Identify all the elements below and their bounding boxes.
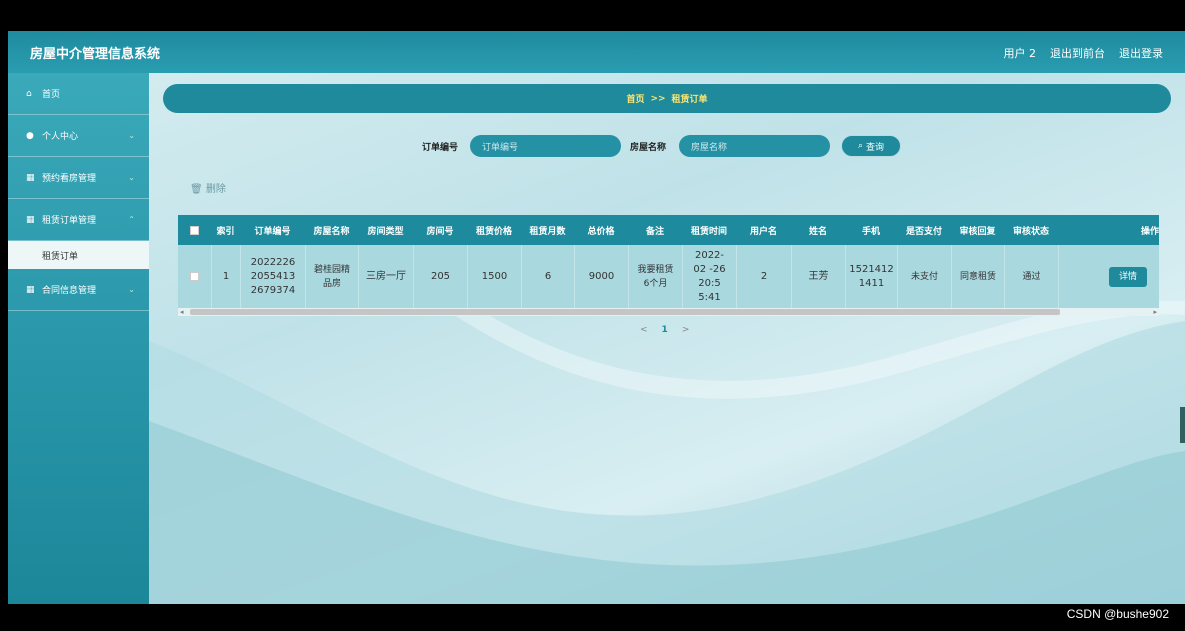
app-window: 房屋中介管理信息系统 用户 2 退出到前台 退出登录 ⌂ 首页 ● 个人中心 ⌄… — [8, 31, 1185, 604]
column-header: 索引 — [216, 226, 235, 237]
search-button-label: 查询 — [866, 142, 885, 153]
column-header: 姓名 — [808, 226, 827, 237]
cell-actions: 详情 — [1058, 245, 1159, 308]
top-letterbox — [0, 0, 1185, 31]
table-horizontal-scrollbar[interactable]: ◂ ▸ — [178, 308, 1159, 316]
prev-page-button[interactable]: < — [640, 325, 648, 335]
column-header: 租赁价格 — [475, 226, 512, 237]
chevron-down-icon: ⌄ — [128, 285, 135, 294]
sidebar-item-label: 预约看房管理 — [42, 174, 97, 184]
house-name-label: 房屋名称 — [630, 143, 667, 153]
delete-button[interactable]: 🗑 删除 — [190, 180, 226, 195]
column-header: 订单编号 — [254, 226, 291, 237]
scrollbar-thumb[interactable] — [190, 309, 1060, 315]
cell-order-no: 2022226 2055413 2679374 — [240, 245, 305, 308]
column-header: 总价格 — [587, 226, 615, 237]
app-title: 房屋中介管理信息系统 — [30, 47, 161, 62]
column-header: 是否支付 — [905, 226, 942, 237]
search-icon: ⌕ — [857, 141, 864, 151]
row-checkbox[interactable] — [190, 272, 199, 281]
sidebar-item-label: 合同信息管理 — [42, 286, 97, 296]
sidebar-item-label: 租赁订单管理 — [42, 216, 97, 226]
top-header: 房屋中介管理信息系统 用户 2 退出到前台 退出登录 — [8, 31, 1185, 73]
sidebar-item-home[interactable]: ⌂ 首页 — [8, 73, 149, 115]
sidebar-subitem-rental-order[interactable]: 租赁订单 — [8, 241, 149, 269]
background-wave-decoration — [149, 301, 1185, 604]
grid-icon: ▦ — [26, 214, 35, 225]
column-header: 房屋名称 — [313, 226, 350, 237]
scroll-right-icon[interactable]: ▸ — [1153, 308, 1157, 316]
column-header: 租赁时间 — [690, 226, 727, 237]
logout-link[interactable]: 退出登录 — [1119, 45, 1163, 61]
orders-table: 索引 订单编号 房屋名称 房间类型 房间号 租赁价格 租赁月数 总价格 备注 租… — [178, 215, 1159, 316]
pagination: < 1 > — [640, 325, 689, 335]
cell-months: 6 — [521, 245, 574, 308]
cell-price: 1500 — [467, 245, 521, 308]
sidebar-item-label: 首页 — [42, 90, 61, 100]
bottom-letterbox — [0, 604, 1185, 631]
table-header-row: 索引 订单编号 房屋名称 房间类型 房间号 租赁价格 租赁月数 总价格 备注 租… — [178, 215, 1159, 245]
trash-icon: 🗑 — [190, 184, 203, 195]
column-header-actions: 操作 — [1140, 226, 1159, 237]
cell-review-reply: 同意租赁 — [951, 245, 1004, 308]
cell-room-type: 三房一厅 — [358, 245, 413, 308]
cell-rent-time: 2022-02 -26 20:5 5:41 — [682, 245, 736, 308]
next-page-button[interactable]: > — [682, 325, 690, 335]
column-header: 租赁月数 — [529, 226, 566, 237]
column-header: 用户名 — [749, 226, 777, 237]
sidebar-item-viewing-appointments[interactable]: ▦ 预约看房管理 ⌄ — [8, 157, 149, 199]
grid-icon: ▦ — [26, 172, 35, 183]
chevron-up-icon: ⌃ — [128, 215, 135, 224]
cell-remark: 我要租赁6个月 — [628, 245, 682, 308]
order-no-input[interactable]: 订单编号 — [470, 135, 621, 157]
sidebar-item-contracts[interactable]: ▦ 合同信息管理 ⌄ — [8, 269, 149, 311]
select-all-checkbox-cell — [178, 215, 211, 245]
grid-icon: ▦ — [26, 284, 35, 295]
breadcrumb-separator: >> — [650, 93, 666, 104]
watermark-text: CSDN @bushe902 — [1066, 607, 1169, 621]
cell-paid: 未支付 — [897, 245, 951, 308]
exit-to-front-link[interactable]: 退出到前台 — [1050, 45, 1105, 61]
cell-room-no: 205 — [413, 245, 467, 308]
house-name-input[interactable]: 房屋名称 — [679, 135, 830, 157]
cell-review-status: 通过 — [1004, 245, 1058, 308]
column-header: 房间类型 — [367, 226, 404, 237]
chevron-down-icon: ⌄ — [128, 173, 135, 182]
select-all-checkbox[interactable] — [190, 225, 199, 235]
column-header: 审核状态 — [1012, 226, 1049, 237]
breadcrumb-home[interactable]: 首页 — [626, 92, 644, 105]
page-number-current[interactable]: 1 — [662, 325, 668, 335]
cell-index: 1 — [211, 245, 240, 308]
table-row: 1 2022226 2055413 2679374 碧桂园精品房 三房一厅 20… — [178, 245, 1159, 308]
cell-name: 王芳 — [791, 245, 845, 308]
search-bar: 订单编号 订单编号 房屋名称 房屋名称 ⌕ 查询 — [8, 134, 1185, 158]
sidebar-item-rental-orders[interactable]: ▦ 租赁订单管理 ⌃ — [8, 199, 149, 241]
scroll-left-icon[interactable]: ◂ — [180, 308, 184, 316]
home-icon: ⌂ — [26, 88, 32, 99]
current-user-label: 用户 2 — [1003, 47, 1037, 60]
column-header: 备注 — [645, 226, 664, 237]
detail-button[interactable]: 详情 — [1109, 266, 1147, 287]
breadcrumb: 首页 >> 租赁订单 — [163, 84, 1171, 113]
cell-username: 2 — [736, 245, 791, 308]
page-scrollbar-thumb[interactable] — [1180, 407, 1185, 443]
search-button[interactable]: ⌕ 查询 — [841, 135, 901, 157]
order-no-label: 订单编号 — [422, 143, 459, 153]
row-checkbox-cell — [178, 245, 211, 308]
delete-button-label: 删除 — [205, 184, 226, 195]
cell-phone: 1521412 1411 — [845, 245, 897, 308]
header-actions: 用户 2 退出到前台 退出登录 — [1004, 45, 1164, 61]
column-header: 手机 — [861, 226, 880, 237]
column-header: 审核回复 — [959, 226, 996, 237]
breadcrumb-current: 租赁订单 — [671, 95, 708, 105]
cell-total: 9000 — [574, 245, 628, 308]
cell-house-name: 碧桂园精品房 — [305, 245, 358, 308]
column-header: 房间号 — [426, 226, 454, 237]
